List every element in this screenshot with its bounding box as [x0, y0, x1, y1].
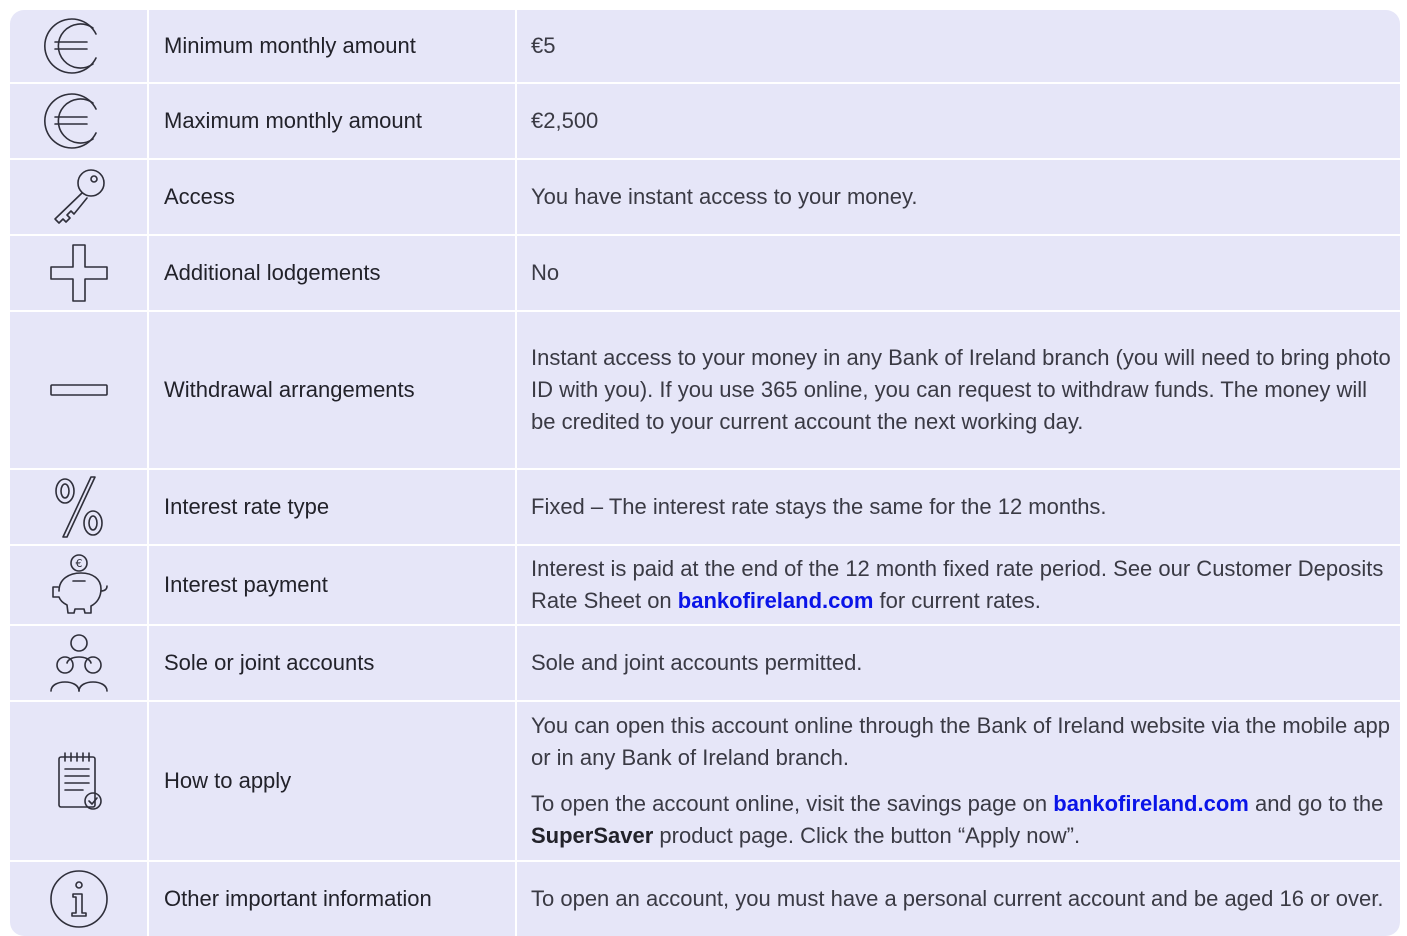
row-value: You can open this account online through…: [531, 713, 1390, 770]
row-value: To open an account, you must have a pers…: [531, 886, 1384, 911]
table-row: Interest rate type Fixed – The interest …: [10, 470, 1400, 546]
people-icon: [10, 626, 149, 700]
piggy-bank-icon: €: [10, 546, 149, 624]
plus-icon: [10, 236, 149, 310]
minus-icon: [10, 312, 149, 468]
row-value: Interest is paid at the end of the 12 mo…: [531, 556, 1384, 613]
row-value: No: [531, 260, 560, 285]
checklist-icon: [10, 702, 149, 860]
bankofireland-link[interactable]: bankofireland.com: [678, 588, 874, 613]
row-label: Other important information: [149, 862, 517, 936]
row-label: How to apply: [149, 702, 517, 860]
bankofireland-link[interactable]: bankofireland.com: [1053, 791, 1249, 816]
svg-text:€: €: [75, 557, 82, 570]
row-value: €2,500: [531, 108, 599, 133]
row-label: Interest payment: [149, 546, 517, 624]
row-label: Access: [149, 160, 517, 234]
row-label: Minimum monthly amount: [149, 10, 517, 82]
row-label: Sole or joint accounts: [149, 626, 517, 700]
row-label: Withdrawal arrangements: [149, 312, 517, 468]
info-icon: [10, 862, 149, 936]
row-label: Additional lodgements: [149, 236, 517, 310]
row-value: To open the account online, visit the sa…: [531, 791, 1384, 848]
table-row: Access You have instant access to your m…: [10, 160, 1400, 236]
row-label: Maximum monthly amount: [149, 84, 517, 158]
row-value: You have instant access to your money.: [531, 184, 918, 209]
row-value: Fixed – The interest rate stays the same…: [531, 494, 1107, 519]
row-value: Instant access to your money in any Bank…: [531, 345, 1391, 434]
row-value: €5: [531, 33, 556, 58]
table-row: Sole or joint accounts Sole and joint ac…: [10, 626, 1400, 702]
euro-icon: [10, 84, 149, 158]
row-label: Interest rate type: [149, 470, 517, 544]
table-row: Additional lodgements No: [10, 236, 1400, 312]
key-icon: [10, 160, 149, 234]
product-features-table: Minimum monthly amount €5 Maximum monthl…: [10, 10, 1400, 936]
table-row: How to apply You can open this account o…: [10, 702, 1400, 862]
table-row: Minimum monthly amount €5: [10, 10, 1400, 84]
product-name: SuperSaver: [531, 823, 654, 848]
table-row: Maximum monthly amount €2,500: [10, 84, 1400, 160]
table-row: Withdrawal arrangements Instant access t…: [10, 312, 1400, 470]
percent-icon: [10, 470, 149, 544]
table-row: € Interest payment Interest is paid at t…: [10, 546, 1400, 626]
table-row: Other important information To open an a…: [10, 862, 1400, 936]
euro-icon: [10, 10, 149, 82]
row-value: Sole and joint accounts permitted.: [531, 650, 863, 675]
